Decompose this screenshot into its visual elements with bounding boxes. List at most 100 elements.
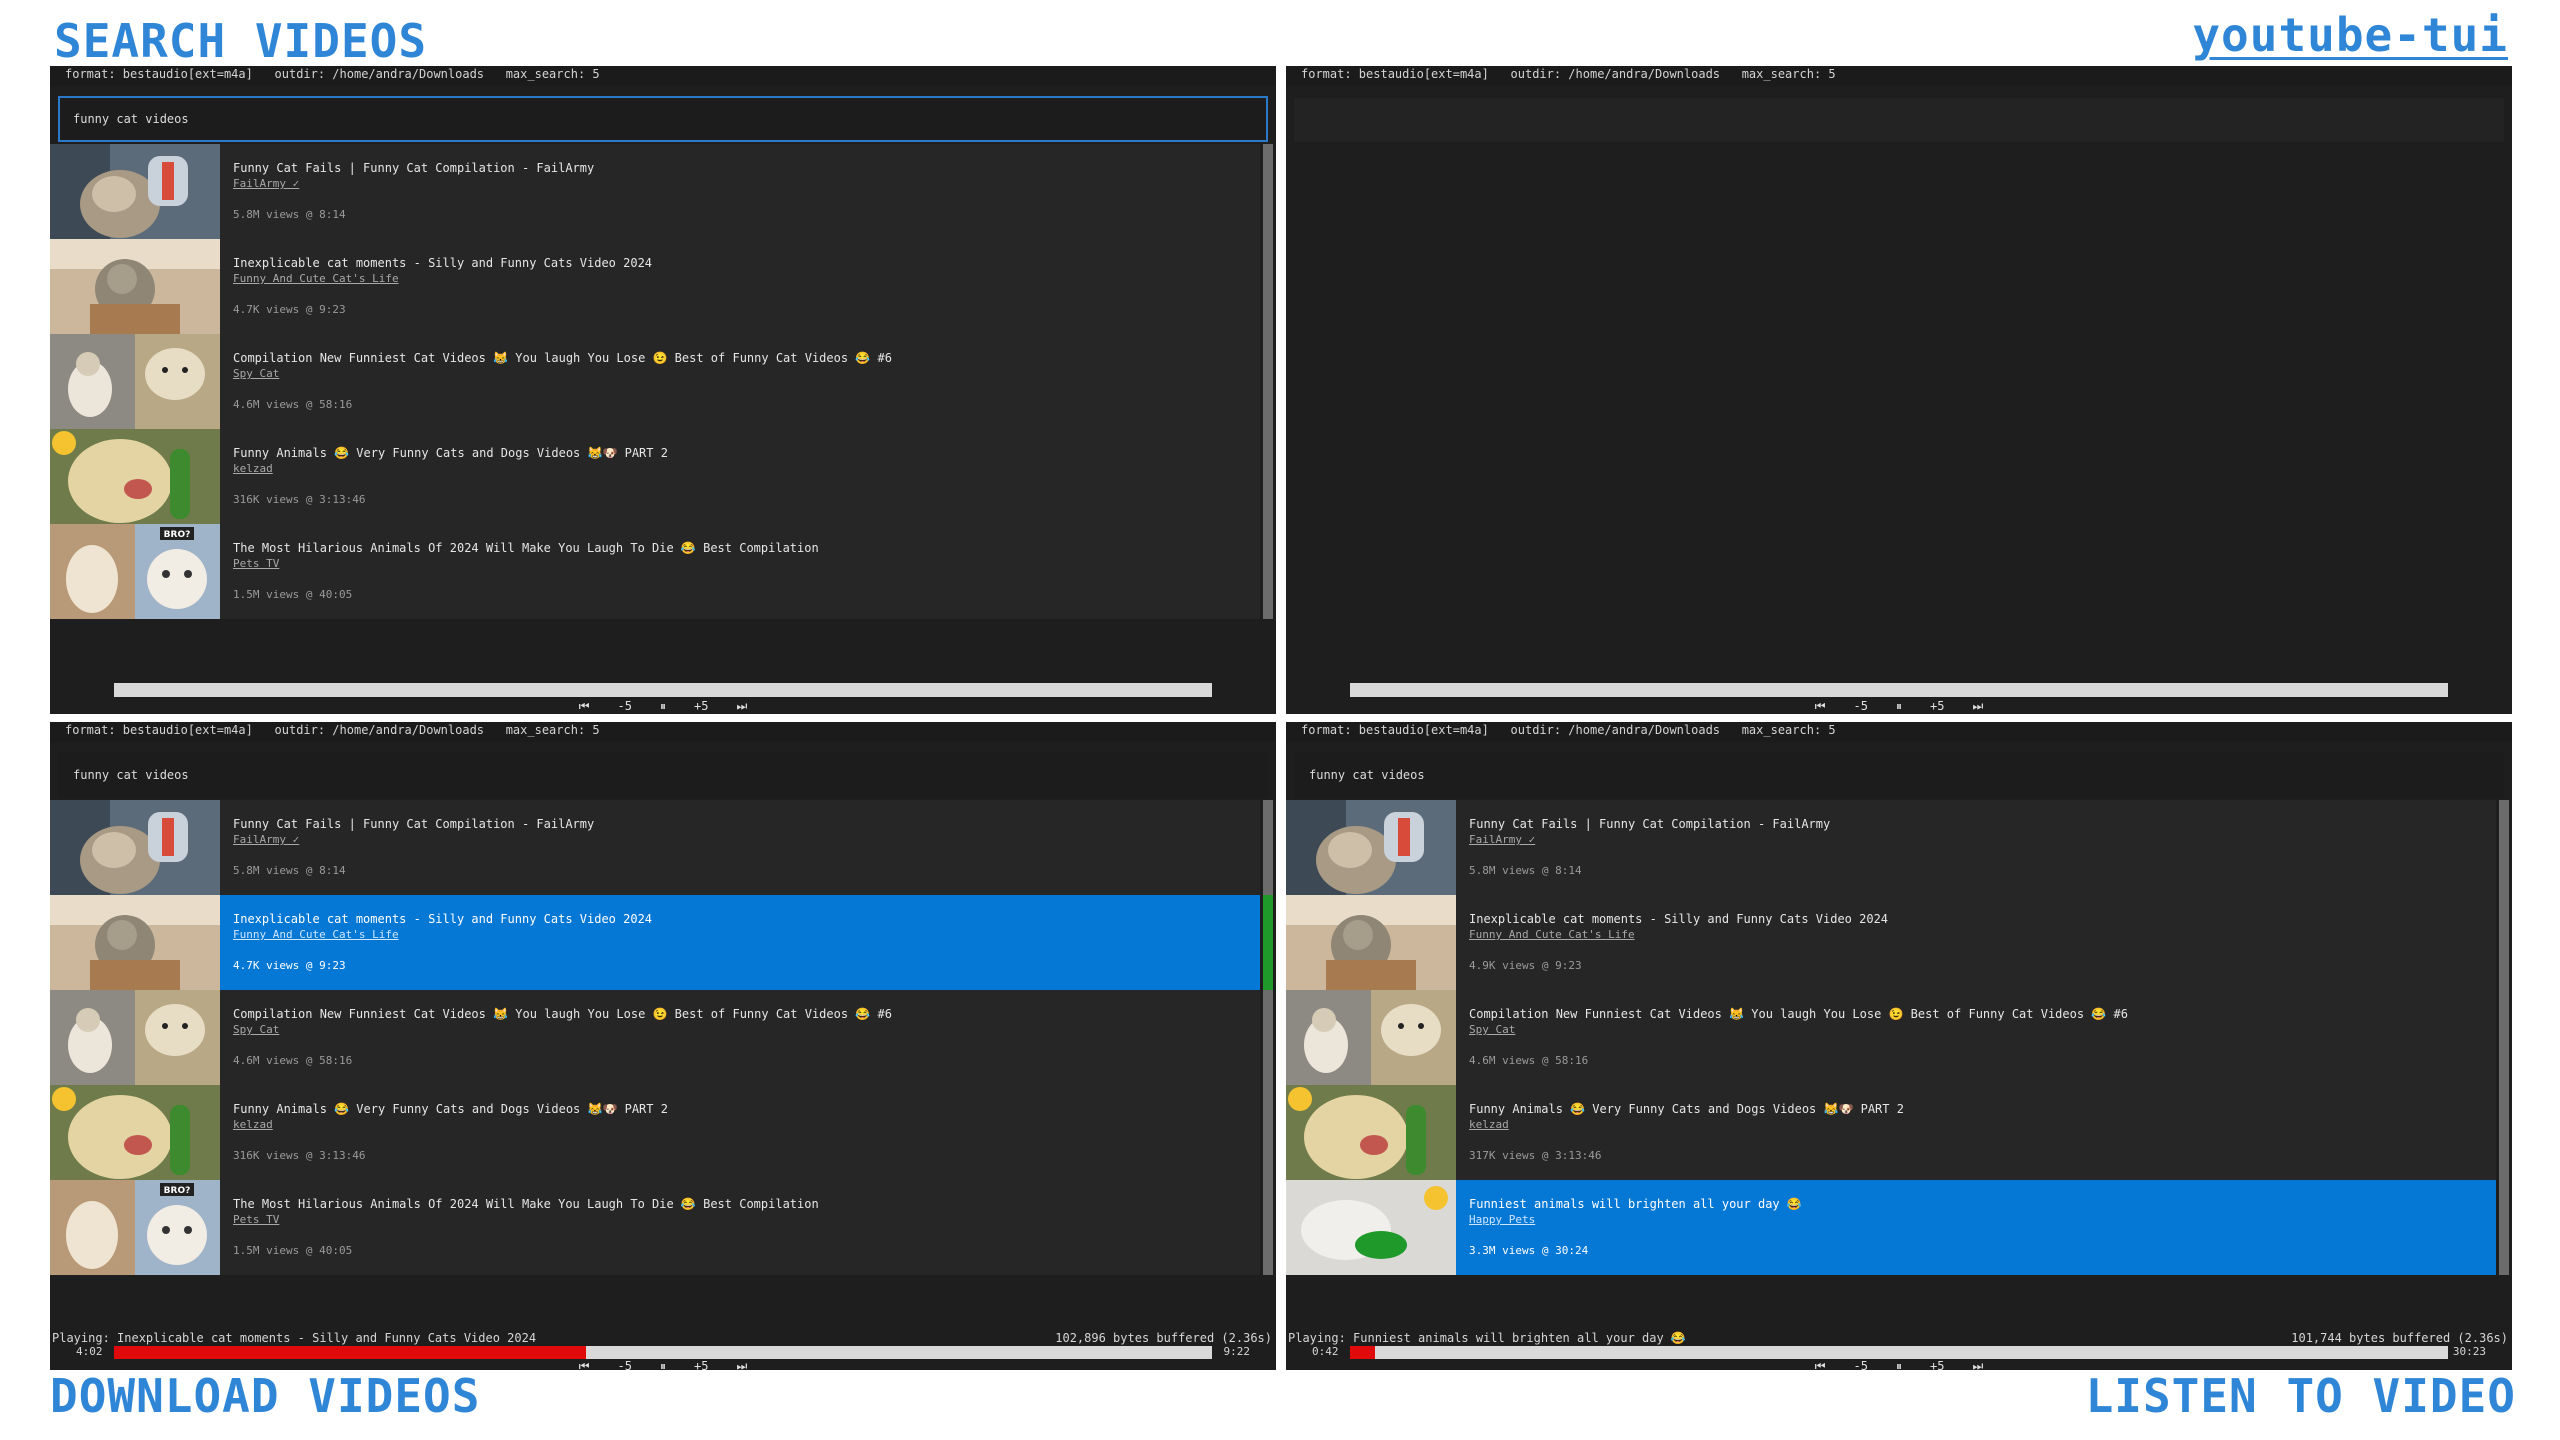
rewind-5-button[interactable]: -5 bbox=[618, 1359, 632, 1370]
video-title: Funny Cat Fails | Funny Cat Compilation … bbox=[1469, 817, 1831, 831]
search-input[interactable]: funny cat videos bbox=[58, 752, 1268, 798]
progress-bar[interactable] bbox=[114, 1346, 1212, 1359]
video-thumbnail bbox=[50, 895, 220, 990]
result-row[interactable]: Compilation New Funniest Cat Videos 😹 Yo… bbox=[1286, 990, 2496, 1085]
video-thumbnail bbox=[1286, 800, 1456, 895]
channel-link[interactable]: Pets TV bbox=[233, 1213, 279, 1226]
result-row[interactable]: Funny Cat Fails | Funny Cat Compilation … bbox=[50, 144, 1260, 239]
next-track-icon[interactable]: ⏭ bbox=[1972, 699, 1983, 714]
video-title: Funny Animals 😂 Very Funny Cats and Dogs… bbox=[233, 446, 668, 460]
pause-icon[interactable]: ⏸ bbox=[660, 1359, 666, 1370]
video-title: Inexplicable cat moments - Silly and Fun… bbox=[233, 256, 653, 270]
channel-link[interactable]: Funny And Cute Cat's Life bbox=[233, 928, 399, 941]
video-thumbnail: BRO? bbox=[50, 1180, 220, 1275]
status-bar: format: bestaudio[ext=m4a] outdir: /home… bbox=[50, 722, 1276, 742]
channel-link[interactable]: FailArmy ✓ bbox=[233, 177, 299, 190]
result-row[interactable]: Inexplicable cat moments - Silly and Fun… bbox=[1286, 895, 2496, 990]
video-meta: 4.6M views @ 58:16 bbox=[233, 1054, 353, 1067]
result-row[interactable]: Compilation New Funniest Cat Videos 😹 Yo… bbox=[50, 334, 1260, 429]
thumb-badge-text: BRO? bbox=[164, 1186, 191, 1196]
result-row[interactable]: Inexplicable cat moments - Silly and Fun… bbox=[50, 239, 1260, 334]
results-list: Funny Cat Fails | Funny Cat Compilation … bbox=[1286, 800, 2496, 1275]
result-row[interactable]: Funny Cat Fails | Funny Cat Compilation … bbox=[50, 800, 1260, 895]
next-track-icon[interactable]: ⏭ bbox=[736, 1359, 747, 1370]
next-track-icon[interactable]: ⏭ bbox=[1972, 1359, 1983, 1370]
video-thumbnail bbox=[50, 1085, 220, 1180]
video-title: Compilation New Funniest Cat Videos 😹 Yo… bbox=[233, 351, 892, 365]
forward-5-button[interactable]: +5 bbox=[694, 699, 708, 714]
result-row[interactable]: Funny Animals 😂 Very Funny Cats and Dogs… bbox=[1286, 1085, 2496, 1180]
video-thumbnail bbox=[50, 334, 220, 429]
rewind-5-button[interactable]: -5 bbox=[618, 699, 632, 714]
result-row[interactable]: BRO? The Most Hilarious Animals Of 2024 … bbox=[50, 524, 1260, 619]
pause-icon[interactable]: ⏸ bbox=[1896, 1359, 1902, 1370]
rewind-5-button[interactable]: -5 bbox=[1854, 699, 1868, 714]
video-thumbnail bbox=[50, 144, 220, 239]
result-row[interactable]: Funny Cat Fails | Funny Cat Compilation … bbox=[1286, 800, 2496, 895]
search-input[interactable]: funny cat videos bbox=[58, 96, 1268, 142]
progress-bar[interactable] bbox=[114, 683, 1212, 697]
video-thumbnail: BRO? bbox=[50, 524, 220, 619]
pause-icon[interactable]: ⏸ bbox=[660, 699, 666, 714]
video-meta: 1.5M views @ 40:05 bbox=[233, 588, 353, 601]
search-panel: format: bestaudio[ext=m4a] outdir: /home… bbox=[50, 66, 1276, 714]
buffer-status: 102,896 bytes buffered (2.36s) bbox=[1055, 1331, 1272, 1345]
prev-track-icon[interactable]: ⏮ bbox=[1815, 699, 1826, 714]
prev-track-icon[interactable]: ⏮ bbox=[579, 699, 590, 714]
video-meta: 1.5M views @ 40:05 bbox=[233, 1244, 353, 1257]
result-row[interactable]: BRO? The Most Hilarious Animals Of 2024 … bbox=[50, 1180, 1260, 1275]
caption-search-videos: SEARCH VIDEOS bbox=[54, 14, 428, 68]
channel-link[interactable]: kelzad bbox=[233, 1118, 273, 1131]
now-playing-title: Funniest animals will brighten all your … bbox=[1353, 1331, 1686, 1345]
video-thumbnail bbox=[50, 239, 220, 334]
thumb-badge-text: BRO? bbox=[164, 530, 191, 540]
result-row[interactable]: Funny Animals 😂 Very Funny Cats and Dogs… bbox=[50, 1085, 1260, 1180]
video-title: The Most Hilarious Animals Of 2024 Will … bbox=[233, 541, 819, 555]
video-meta: 4.6M views @ 58:16 bbox=[233, 398, 353, 411]
playback-controls: ⏮ -5 ⏸ +5 ⏭ bbox=[1286, 699, 2512, 714]
channel-link[interactable]: Spy Cat bbox=[233, 367, 279, 380]
result-row[interactable]: Compilation New Funniest Cat Videos 😹 Yo… bbox=[50, 990, 1260, 1085]
prev-track-icon[interactable]: ⏮ bbox=[579, 1359, 590, 1370]
scrollbar[interactable] bbox=[1263, 800, 1273, 1275]
channel-link[interactable]: kelzad bbox=[233, 462, 273, 475]
rewind-5-button[interactable]: -5 bbox=[1854, 1359, 1868, 1370]
search-input[interactable]: funny cat videos bbox=[1294, 752, 2504, 798]
channel-link[interactable]: FailArmy ✓ bbox=[233, 833, 299, 846]
progress-bar[interactable] bbox=[1350, 1346, 2448, 1359]
video-meta: 5.8M views @ 8:14 bbox=[233, 208, 346, 221]
scrollbar[interactable] bbox=[1263, 144, 1273, 619]
channel-link[interactable]: FailArmy ✓ bbox=[1469, 833, 1535, 846]
channel-link[interactable]: Funny And Cute Cat's Life bbox=[233, 272, 399, 285]
status-bar: format: bestaudio[ext=m4a] outdir: /home… bbox=[1286, 66, 2512, 86]
video-meta: 316K views @ 3:13:46 bbox=[233, 1149, 366, 1162]
channel-link[interactable]: Pets TV bbox=[233, 557, 279, 570]
forward-5-button[interactable]: +5 bbox=[694, 1359, 708, 1370]
channel-link[interactable]: Spy Cat bbox=[1469, 1023, 1515, 1036]
prev-track-icon[interactable]: ⏮ bbox=[1815, 1359, 1826, 1370]
result-row[interactable]: Funniest animals will brighten all your … bbox=[1286, 1180, 2496, 1275]
playback-controls: ⏮ -5 ⏸ +5 ⏭ bbox=[50, 1359, 1276, 1370]
result-row[interactable]: Funny Animals 😂 Very Funny Cats and Dogs… bbox=[50, 429, 1260, 524]
now-playing-title: Inexplicable cat moments - Silly and Fun… bbox=[117, 1331, 537, 1345]
pause-icon[interactable]: ⏸ bbox=[1896, 699, 1902, 714]
now-playing-line: Playing: Funniest animals will brighten … bbox=[1286, 1331, 2512, 1345]
caption-download-videos: DOWNLOAD VIDEOS bbox=[50, 1369, 481, 1423]
channel-link[interactable]: Happy Pets bbox=[1469, 1213, 1535, 1226]
video-meta: 317K views @ 3:13:46 bbox=[1469, 1149, 1602, 1162]
caption-listen-to-video: LISTEN TO VIDEO bbox=[2085, 1369, 2516, 1423]
forward-5-button[interactable]: +5 bbox=[1930, 1359, 1944, 1370]
channel-link[interactable]: Funny And Cute Cat's Life bbox=[1469, 928, 1635, 941]
video-title: Compilation New Funniest Cat Videos 😹 Yo… bbox=[1469, 1007, 2128, 1021]
search-input[interactable] bbox=[1294, 98, 2504, 142]
channel-link[interactable]: Spy Cat bbox=[233, 1023, 279, 1036]
video-title: Funny Cat Fails | Funny Cat Compilation … bbox=[233, 161, 595, 175]
now-playing-line: Playing: Inexplicable cat moments - Sill… bbox=[50, 1331, 1276, 1345]
result-row[interactable]: Inexplicable cat moments - Silly and Fun… bbox=[50, 895, 1260, 990]
channel-link[interactable]: kelzad bbox=[1469, 1118, 1509, 1131]
next-track-icon[interactable]: ⏭ bbox=[736, 699, 747, 714]
progress-bar[interactable] bbox=[1350, 683, 2448, 697]
download-panel: format: bestaudio[ext=m4a] outdir: /home… bbox=[50, 722, 1276, 1370]
forward-5-button[interactable]: +5 bbox=[1930, 699, 1944, 714]
scrollbar[interactable] bbox=[2499, 800, 2509, 1275]
